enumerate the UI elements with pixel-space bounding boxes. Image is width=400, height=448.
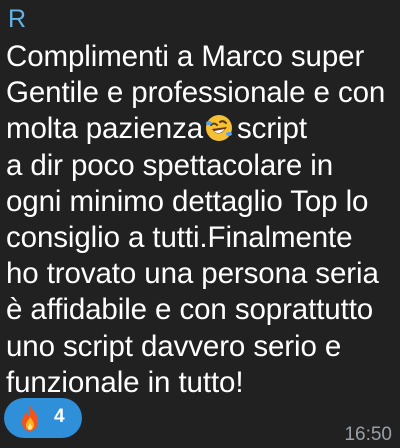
message-time: 16:50: [344, 424, 392, 445]
reaction-count: 4: [54, 406, 65, 427]
message-bubble[interactable]: R Complimenti a Marco super Gentile e pr…: [0, 0, 400, 448]
message-line: consiglio a tutti.Finalmente: [6, 221, 353, 255]
message-line: molta pazienza script: [6, 111, 398, 147]
message-line: ogni minimo dettaglio Top lo: [6, 184, 369, 218]
message-line: a dir poco spettacolare in: [6, 148, 334, 182]
message-text: Complimenti a Marco super Gentile e prof…: [6, 39, 398, 401]
message-line: ho trovato una persona seria: [6, 257, 379, 291]
message-line: è affidabile e con soprattutto: [6, 293, 374, 327]
message-line: Complimenti a Marco super: [6, 40, 365, 73]
message-line-part: molta pazienza: [6, 112, 204, 146]
message-line: funzionale in tutto!: [6, 365, 244, 399]
fire-icon: [22, 405, 38, 431]
message-line: Gentile e professionale e con: [6, 76, 386, 110]
message-line-part: script: [237, 112, 307, 146]
reaction-chip[interactable]: 4: [4, 398, 82, 438]
rolling-laughing-emoji-icon: [206, 115, 233, 142]
message-line: uno script davvero serio e: [6, 329, 342, 363]
sender-name[interactable]: R: [8, 4, 26, 34]
